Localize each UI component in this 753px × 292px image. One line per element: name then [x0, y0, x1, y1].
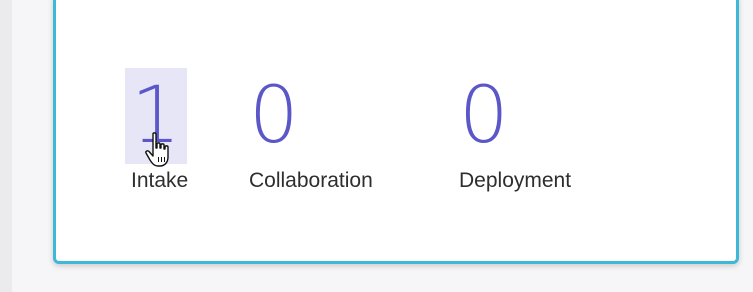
stat-collaboration-label: Collaboration: [249, 169, 373, 192]
page: 1 Intake 0 Collaboration 0 Deployment: [0, 0, 753, 292]
stat-intake-label: Intake: [131, 169, 189, 192]
left-strip: [0, 0, 12, 292]
hand-pointer-icon: [145, 132, 169, 167]
stat-deployment[interactable]: 0 Deployment: [459, 0, 639, 261]
stat-deployment-label: Deployment: [459, 169, 572, 192]
stat-collaboration[interactable]: 0 Collaboration: [249, 0, 429, 261]
stat-collaboration-value[interactable]: 0: [249, 68, 299, 164]
stat-deployment-value[interactable]: 0: [459, 68, 509, 164]
